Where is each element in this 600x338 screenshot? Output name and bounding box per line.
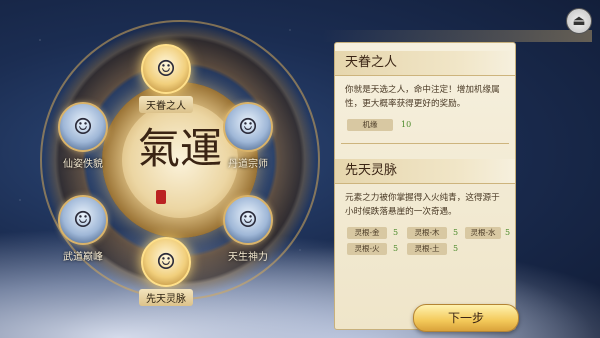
talent-node-label: 仙姿佚貌 [63, 159, 103, 170]
attr-label: 灵根-木 [407, 227, 447, 239]
section-description: 元素之力被你掌握得入火纯青，这得源于小时候跌落悬崖的一次奇遇。 [345, 193, 500, 217]
talent-node-dandao[interactable]: ☺ 丹道宗师 [221, 102, 275, 171]
red-seal-icon [156, 190, 166, 204]
attr-label: 机缘 [347, 119, 393, 131]
portrait-icon: ☺ [223, 195, 273, 245]
talent-node-wudao[interactable]: ☺ 武道巅峰 [56, 195, 110, 264]
attr-value: 5 [505, 228, 511, 237]
talent-node-tianjuan[interactable]: ☺ 天眷之人 [139, 44, 193, 113]
talent-node-tiansheng[interactable]: ☺ 天生神力 [221, 195, 275, 264]
talent-info-panel: 天眷之人 你就是天选之人，命中注定！增加机缘属性，更大概率获得更好的奖励。 机缘… [334, 42, 516, 330]
talent-node-label: 先天灵脉 [139, 289, 193, 306]
attr-label: 灵根-水 [465, 227, 501, 239]
attr-value: 5 [393, 228, 399, 237]
talent-node-label: 天生神力 [228, 252, 268, 263]
section-divider [341, 143, 509, 144]
talent-node-xianzi[interactable]: ☺ 仙姿佚貌 [56, 102, 110, 171]
attr-label: 灵根-火 [347, 243, 387, 255]
talent-node-label: 丹道宗师 [228, 159, 268, 170]
portrait-icon: ☺ [141, 44, 191, 94]
next-step-button[interactable]: 下一步 [413, 304, 519, 332]
section-description: 你就是天选之人，命中注定！增加机缘属性，更大概率获得更好的奖励。 [345, 85, 500, 109]
back-arrow-icon[interactable]: ⏏ [566, 8, 592, 34]
talent-node-xiantian[interactable]: ☺ 先天灵脉 [139, 237, 193, 306]
attr-value: 5 [393, 244, 399, 253]
attr-value: 5 [453, 244, 459, 253]
attr-label: 灵根-土 [407, 243, 447, 255]
attr-value: 10 [401, 120, 412, 129]
attr-value: 5 [453, 228, 459, 237]
section-title: 先天灵脉 [335, 159, 515, 184]
section-title: 天眷之人 [335, 51, 515, 76]
portrait-icon: ☺ [58, 195, 108, 245]
attr-label: 灵根-金 [347, 227, 387, 239]
decorative-line [322, 30, 592, 42]
portrait-icon: ☺ [223, 102, 273, 152]
talent-node-label: 天眷之人 [139, 96, 193, 113]
talent-node-label: 武道巅峰 [63, 252, 103, 263]
portrait-icon: ☺ [141, 237, 191, 287]
portrait-icon: ☺ [58, 102, 108, 152]
